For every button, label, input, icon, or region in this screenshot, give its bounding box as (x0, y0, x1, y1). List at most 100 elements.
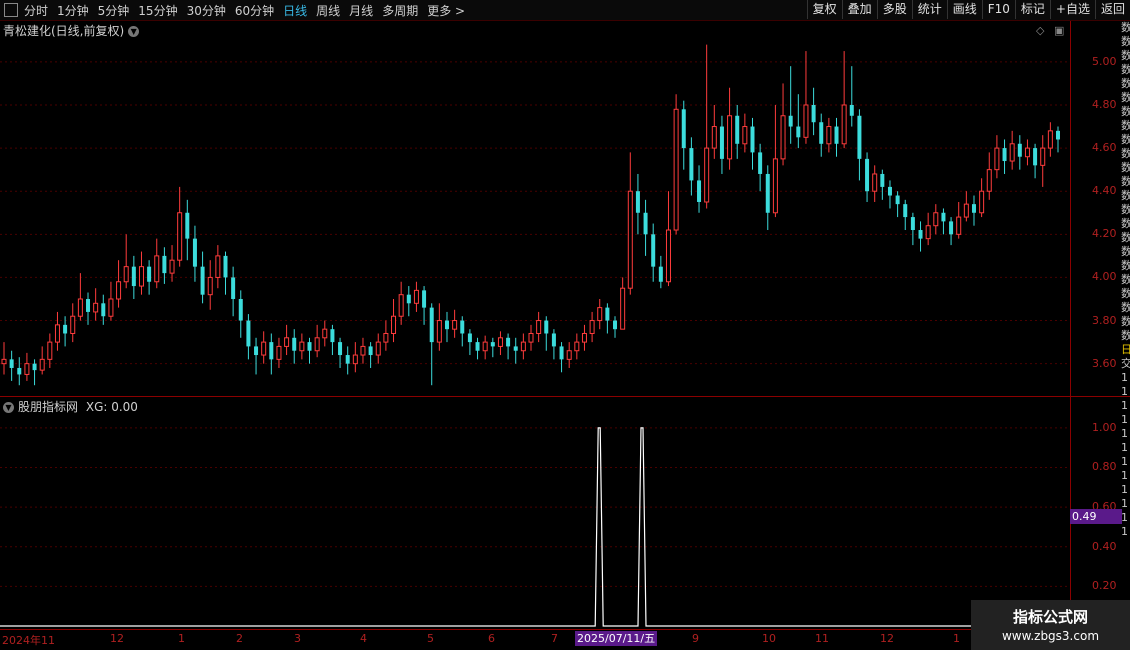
candle (513, 337, 518, 364)
candle (360, 337, 366, 364)
tab-period-7[interactable]: 周线 (316, 2, 340, 19)
candle (719, 115, 724, 174)
side-strip-char: 数 (1121, 301, 1130, 314)
candle (643, 199, 648, 256)
side-strip-char: 数 (1121, 105, 1130, 118)
candle (345, 346, 350, 375)
candle (482, 335, 488, 360)
tab-period-9[interactable]: 多周期 (382, 2, 418, 19)
side-strip-char: 数 (1121, 175, 1130, 188)
date-label: 12 (110, 632, 124, 645)
candle (727, 87, 733, 170)
candle (497, 331, 503, 356)
candle (941, 208, 946, 235)
candle (391, 298, 397, 343)
candle (849, 66, 854, 127)
tab-period-6[interactable]: 日线 (283, 2, 307, 19)
candle (780, 83, 786, 166)
candle (108, 281, 114, 321)
side-strip-char: 数 (1121, 273, 1130, 286)
candle (665, 191, 671, 287)
watermark-title: 指标公式网 (1012, 608, 1088, 626)
date-label: 9 (692, 632, 699, 645)
candle (597, 298, 603, 330)
candle (1024, 139, 1030, 166)
candle (772, 104, 778, 218)
candle (865, 152, 870, 202)
pane-separator (0, 396, 1130, 397)
candle (284, 324, 290, 356)
candle (330, 324, 335, 356)
candle (506, 333, 511, 360)
tab-period-3[interactable]: 15分钟 (138, 2, 177, 19)
candle (177, 186, 183, 267)
candle (872, 165, 878, 202)
candle (735, 104, 740, 159)
side-strip-char: 1 (1121, 427, 1128, 440)
candle (589, 311, 595, 343)
candle (971, 195, 976, 226)
candle (1, 342, 7, 375)
tab-period-4[interactable]: 30分钟 (187, 2, 226, 19)
candle (269, 333, 274, 375)
candle (185, 199, 190, 261)
candle (903, 199, 908, 231)
candle (1002, 139, 1007, 174)
candle (979, 178, 985, 218)
window-icon[interactable] (4, 3, 18, 17)
date-label: 11 (815, 632, 829, 645)
toolbar-button-4[interactable]: 画线 (946, 0, 982, 19)
tab-period-8[interactable]: 月线 (349, 2, 373, 19)
candle (949, 217, 954, 246)
toolbar-button-5[interactable]: F10 (981, 0, 1015, 19)
candle (750, 117, 755, 170)
tab-period-5[interactable]: 60分钟 (235, 2, 274, 19)
candle (697, 165, 702, 213)
candle (796, 94, 801, 149)
watermark: 指标公式网 www.zbgs3.com (971, 600, 1130, 650)
candle (544, 316, 549, 351)
candle (520, 333, 526, 360)
toolbar-button-7[interactable]: +自选 (1049, 0, 1095, 19)
candle (559, 342, 564, 373)
candle (620, 277, 626, 330)
toolbar-button-8[interactable]: 返回 (1094, 0, 1130, 19)
side-strip-char: 数 (1121, 21, 1130, 34)
toolbar-button-0[interactable]: 复权 (806, 0, 842, 19)
candle (811, 87, 816, 136)
candle (154, 238, 160, 289)
candle (841, 51, 847, 149)
side-strip-char: 数 (1121, 119, 1130, 132)
side-strip-char: 数 (1121, 91, 1130, 104)
candle (765, 165, 770, 231)
candle (17, 357, 22, 386)
candle (635, 173, 640, 235)
toolbar-button-3[interactable]: 统计 (911, 0, 947, 19)
candle (788, 66, 793, 144)
candle (47, 333, 53, 368)
candle (994, 135, 1000, 179)
candle (581, 324, 587, 351)
side-strip-char: 1 (1121, 385, 1128, 398)
toolbar-button-6[interactable]: 标记 (1014, 0, 1050, 19)
candle (857, 109, 862, 181)
tab-period-0[interactable]: 分时 (24, 2, 48, 19)
candle (39, 346, 45, 375)
candle (528, 324, 534, 351)
tab-period-2[interactable]: 5分钟 (98, 2, 130, 19)
toolbar-button-2[interactable]: 多股 (876, 0, 912, 19)
side-strip-char: 1 (1121, 441, 1128, 454)
candle (444, 311, 449, 343)
tab-period-1[interactable]: 1分钟 (57, 2, 89, 19)
side-strip-char: 1 (1121, 371, 1128, 384)
date-label: 12 (880, 632, 894, 645)
date-label: 10 (762, 632, 776, 645)
candle (475, 337, 480, 360)
side-strip-char: 数 (1121, 217, 1130, 230)
candle (292, 329, 297, 364)
toolbar-button-1[interactable]: 叠加 (841, 0, 877, 19)
candle (307, 337, 312, 364)
tab-period-10[interactable]: 更多 > (427, 2, 465, 19)
candle (77, 273, 83, 321)
side-strip-char: 数 (1121, 245, 1130, 258)
